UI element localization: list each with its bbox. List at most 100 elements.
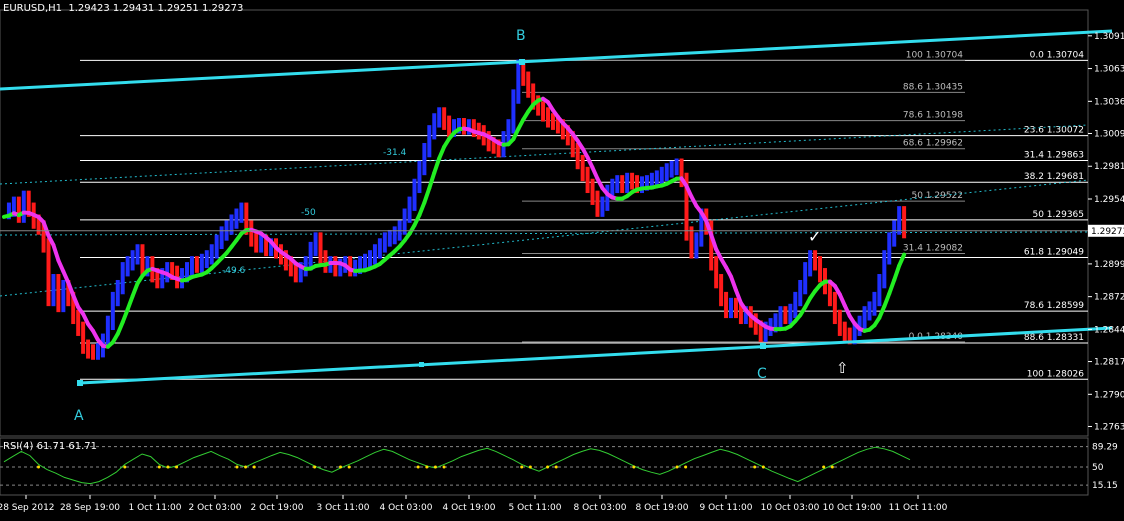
x-tick-label: 10 Oct 03:00 bbox=[761, 503, 820, 513]
current-price-label: 1.29273 bbox=[1091, 227, 1124, 237]
rsi-dot bbox=[347, 465, 351, 469]
ma-up-segment bbox=[887, 277, 897, 296]
y-tick-label: 1.29815 bbox=[1094, 162, 1124, 172]
ma-up-segment bbox=[130, 281, 140, 299]
ma-up-segment bbox=[422, 186, 432, 205]
y-tick-label: 1.27630 bbox=[1094, 422, 1124, 432]
rsi-dot bbox=[761, 465, 765, 469]
rsi-dot bbox=[442, 465, 446, 469]
retracement-label: -50 bbox=[301, 208, 316, 218]
x-tick-label: 28 Sep 2012 bbox=[0, 503, 55, 513]
fib-inner-label: 31.4 1.29082 bbox=[903, 244, 963, 254]
x-tick-label: 8 Oct 03:00 bbox=[574, 503, 627, 513]
ohlc-values: 1.29423 1.29431 1.29251 1.29273 bbox=[68, 3, 244, 14]
rsi-header: RSI(4) 61.71 61.71 bbox=[3, 441, 98, 452]
fib-label: 31.4 1.29863 bbox=[1024, 151, 1084, 161]
fib-label: 100 1.28026 bbox=[1027, 369, 1085, 379]
rsi-dot bbox=[554, 465, 558, 469]
rsi-dot bbox=[313, 465, 317, 469]
fib-inner-label: 50 1.29522 bbox=[911, 191, 963, 201]
dotted-trendline bbox=[0, 231, 1089, 236]
y-tick-label: 1.29540 bbox=[1094, 195, 1124, 205]
x-tick-label: 11 Oct 11:00 bbox=[889, 503, 948, 513]
x-tick-label: 2 Oct 03:00 bbox=[189, 503, 242, 513]
fib-label: 61.8 1.29049 bbox=[1024, 247, 1084, 257]
rsi-dot bbox=[520, 465, 524, 469]
rsi-dot bbox=[675, 465, 679, 469]
x-tick-label: 1 Oct 11:00 bbox=[129, 503, 182, 513]
x-tick-label: 3 Oct 11:00 bbox=[317, 503, 370, 513]
main-price-panel: 0.0 1.3070423.6 1.3007231.4 1.2986338.2 … bbox=[0, 9, 1113, 437]
wave-label: B bbox=[516, 28, 526, 44]
rsi-dot bbox=[822, 465, 826, 469]
rsi-dot bbox=[123, 465, 127, 469]
check-mark-icon: ✓ bbox=[808, 227, 821, 246]
rsi-dot bbox=[252, 465, 256, 469]
rsi-dot bbox=[157, 465, 161, 469]
rsi-tick-label: 89.29 bbox=[1092, 443, 1118, 453]
lower-channel-line bbox=[79, 326, 1113, 385]
rsi-dot bbox=[830, 465, 834, 469]
x-tick-label: 4 Oct 03:00 bbox=[380, 503, 433, 513]
y-tick-label: 1.30090 bbox=[1094, 129, 1124, 139]
rsi-dot bbox=[433, 465, 437, 469]
x-tick-label: 10 Oct 19:00 bbox=[823, 503, 882, 513]
y-tick-label: 1.28445 bbox=[1094, 325, 1124, 335]
rsi-tick-label: 50 bbox=[1092, 463, 1104, 473]
rsi-dot bbox=[244, 465, 248, 469]
y-tick-label: 1.30360 bbox=[1094, 97, 1124, 107]
wave-point bbox=[519, 59, 525, 65]
dotted-trendline bbox=[0, 124, 1089, 185]
price-chart[interactable]: 0.0 1.3070423.6 1.3007231.4 1.2986338.2 … bbox=[0, 0, 1124, 521]
x-tick-label: 2 Oct 19:00 bbox=[251, 503, 304, 513]
rsi-dot bbox=[425, 465, 429, 469]
rsi-dot bbox=[416, 465, 420, 469]
fib-label: 0.0 1.30704 bbox=[1030, 50, 1085, 60]
rsi-tick-label: 15.15 bbox=[1092, 481, 1118, 491]
rsi-dot bbox=[235, 465, 239, 469]
rsi-dot bbox=[684, 465, 688, 469]
y-tick-label: 1.28720 bbox=[1094, 293, 1124, 303]
x-tick-label: 8 Oct 19:00 bbox=[636, 503, 689, 513]
x-tick-label: 4 Oct 19:00 bbox=[443, 503, 496, 513]
fib-label: 50 1.29365 bbox=[1032, 210, 1084, 220]
x-tick-label: 28 Sep 19:00 bbox=[60, 503, 120, 513]
ma-down-segment bbox=[51, 243, 61, 263]
rsi-dot bbox=[546, 465, 550, 469]
fib-inner-label: 68.6 1.29962 bbox=[903, 139, 963, 149]
rsi-dot bbox=[339, 465, 343, 469]
wave-point bbox=[760, 343, 766, 349]
y-tick-label: 1.28175 bbox=[1094, 358, 1124, 368]
up-arrow-icon: ⇧ bbox=[836, 359, 849, 377]
channel-marker bbox=[419, 362, 424, 367]
ma-down-segment bbox=[729, 274, 738, 293]
fib-label: 88.6 1.28331 bbox=[1024, 333, 1084, 343]
fib-label: 38.2 1.29681 bbox=[1024, 172, 1084, 182]
retracement-label: -49.6 bbox=[222, 266, 246, 276]
x-tick-label: 5 Oct 11:00 bbox=[509, 503, 562, 513]
fib-inner-label: 100 1.30704 bbox=[906, 50, 964, 60]
rsi-dot bbox=[528, 465, 532, 469]
rsi-dot bbox=[175, 465, 179, 469]
retracement-label: -31.4 bbox=[383, 148, 407, 158]
wave-point bbox=[77, 380, 83, 386]
y-tick-label: 1.28995 bbox=[1094, 260, 1124, 270]
ma-up-segment bbox=[125, 294, 135, 312]
rsi-panel bbox=[0, 437, 1089, 496]
rsi-dot bbox=[632, 465, 636, 469]
fib-inner-label: 88.6 1.30435 bbox=[903, 82, 963, 92]
fib-label: 78.6 1.28599 bbox=[1024, 301, 1084, 311]
ma-up-segment bbox=[417, 200, 427, 217]
wave-label: A bbox=[74, 408, 84, 424]
rsi-dot bbox=[753, 465, 757, 469]
y-tick-label: 1.30910 bbox=[1094, 32, 1124, 42]
chart-header: EURUSD,H1 1.29423 1.29431 1.29251 1.2927… bbox=[3, 3, 243, 14]
rsi-dot bbox=[37, 465, 41, 469]
fib-inner-label: 78.6 1.30198 bbox=[903, 111, 963, 121]
rsi-line bbox=[3, 446, 911, 485]
y-tick-label: 1.30635 bbox=[1094, 65, 1124, 75]
main-panel-border bbox=[0, 9, 1089, 437]
y-tick-label: 1.27900 bbox=[1094, 390, 1124, 400]
rsi-dot bbox=[166, 465, 170, 469]
x-tick-label: 9 Oct 11:00 bbox=[700, 503, 753, 513]
